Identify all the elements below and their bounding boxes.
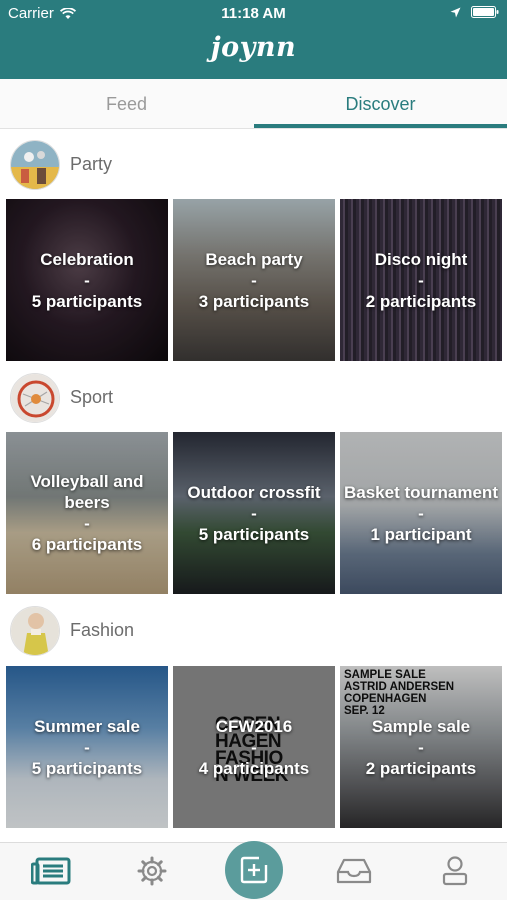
category-title: Sport: [70, 387, 114, 407]
feed-discover-tabs: Feed Discover: [0, 79, 507, 129]
location-arrow-icon: [450, 7, 461, 17]
event-tile-summer-sale[interactable]: Summer sale - 5 participants: [6, 666, 168, 828]
gear-icon: [137, 856, 167, 886]
event-participants: 5 participants: [198, 524, 310, 544]
event-separator: -: [251, 270, 257, 290]
event-name: Beach party: [205, 249, 303, 269]
event-tile-basket-tournament[interactable]: Basket tournament - 1 participant: [340, 432, 502, 594]
event-tile-disco-night[interactable]: Disco night - 2 participants: [340, 199, 502, 361]
inbox-icon: [336, 858, 372, 884]
event-caption: Sample sale - 2 participants: [340, 666, 502, 828]
nav-inbox-button[interactable]: [330, 849, 378, 893]
status-time: 11:18 AM: [221, 5, 286, 22]
event-caption: Beach party - 3 participants: [173, 199, 335, 361]
bottom-navigation: [0, 841, 507, 900]
event-name: CFW2016: [215, 716, 293, 736]
active-tab-indicator: [254, 124, 507, 128]
event-name: Summer sale: [34, 716, 140, 736]
tab-discover[interactable]: Discover: [254, 79, 507, 129]
create-event-icon: [240, 856, 268, 884]
event-caption: Disco night - 2 participants: [340, 199, 502, 361]
event-participants: 6 participants: [31, 535, 143, 554]
event-participants: 3 participants: [198, 291, 310, 311]
status-indicators: [450, 6, 499, 18]
event-tile-volleyball-and-beers[interactable]: Volleyball and beers - 6 participants: [6, 432, 168, 594]
category-avatar-fashion: [10, 606, 60, 656]
event-separator: -: [251, 503, 257, 523]
event-name: Volleyball and beers: [30, 472, 144, 512]
event-name: Disco night: [374, 249, 468, 269]
event-separator: -: [84, 737, 90, 757]
event-participants: 1 participant: [370, 524, 472, 544]
category-header-sport[interactable]: Sport: [0, 364, 507, 430]
category-avatar-sport: [10, 373, 60, 423]
event-caption: CFW2016 - 4 participants: [173, 666, 335, 828]
nav-profile-button[interactable]: [431, 849, 479, 893]
event-tile-sample-sale[interactable]: SAMPLE SALE ASTRID ANDERSEN COPENHAGEN S…: [340, 666, 502, 828]
event-separator: -: [418, 737, 424, 757]
event-tile-cfw2016[interactable]: COPEN HAGEN FASHIO N WEEK CFW2016 - 4 pa…: [173, 666, 335, 828]
tab-feed[interactable]: Feed: [0, 79, 253, 129]
event-name: Outdoor crossfit: [187, 482, 321, 502]
category-header-party[interactable]: Party: [0, 131, 507, 197]
event-caption: Basket tournament - 1 participant: [340, 432, 502, 594]
event-caption: Volleyball and beers - 6 participants: [6, 432, 168, 594]
event-caption: Celebration - 5 participants: [6, 199, 168, 361]
event-tile-beach-party[interactable]: Beach party - 3 participants: [173, 199, 335, 361]
create-event-button[interactable]: [225, 841, 283, 899]
nav-settings-button[interactable]: [128, 849, 176, 893]
event-name: Celebration: [40, 249, 134, 269]
event-name: Basket tournament: [344, 482, 498, 502]
event-tile-celebration[interactable]: Celebration - 5 participants: [6, 199, 168, 361]
event-separator: -: [84, 514, 90, 533]
profile-icon: [442, 856, 468, 886]
event-separator: -: [418, 270, 424, 290]
feed-list-icon: [31, 857, 71, 885]
event-caption: Outdoor crossfit - 5 participants: [173, 432, 335, 594]
category-header-fashion[interactable]: Fashion: [0, 597, 507, 663]
category-avatar-party: [10, 140, 60, 190]
app-header: Carrier 11:18 AM joynn: [0, 0, 507, 79]
status-bar: Carrier 11:18 AM: [0, 0, 507, 28]
battery-icon: [471, 6, 499, 18]
category-title: Fashion: [70, 620, 135, 640]
event-separator: -: [251, 737, 257, 757]
event-participants: 5 participants: [31, 291, 143, 311]
event-name: Sample sale: [371, 716, 471, 736]
event-separator: -: [418, 503, 424, 523]
event-participants: 2 participants: [365, 291, 477, 311]
event-participants: 4 participants: [198, 758, 310, 778]
event-participants: 2 participants: [365, 758, 477, 778]
event-separator: -: [84, 270, 90, 290]
category-title: Party: [70, 154, 113, 174]
app-logo-title: joynn: [210, 32, 297, 63]
event-tile-outdoor-crossfit[interactable]: Outdoor crossfit - 5 participants: [173, 432, 335, 594]
event-caption: Summer sale - 5 participants: [6, 666, 168, 828]
event-participants: 5 participants: [31, 758, 143, 778]
nav-feed-button[interactable]: [27, 849, 75, 893]
